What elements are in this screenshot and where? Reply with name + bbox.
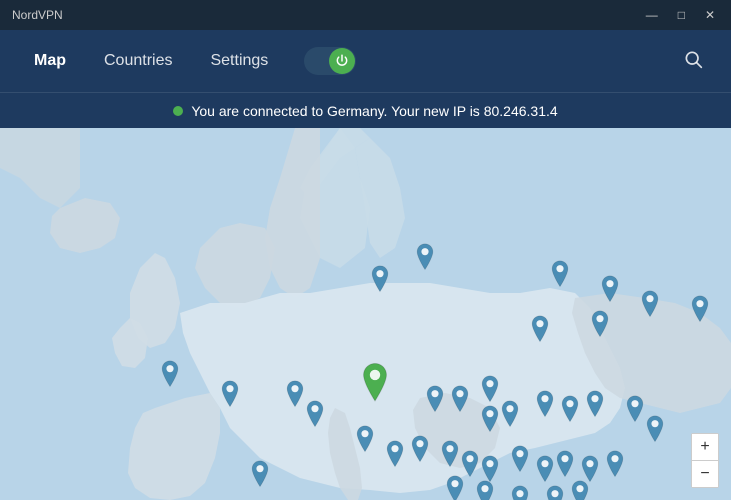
tab-settings[interactable]: Settings (196, 46, 282, 76)
tab-map[interactable]: Map (20, 46, 80, 76)
search-icon (683, 49, 703, 69)
status-bar: You are connected to Germany. Your new I… (0, 92, 731, 128)
zoom-controls: + − (691, 433, 719, 488)
vpn-toggle[interactable] (304, 47, 356, 75)
zoom-in-button[interactable]: + (692, 434, 718, 460)
connection-status-dot (173, 106, 183, 116)
minimize-button[interactable]: — (642, 6, 662, 24)
title-bar: NordVPN — □ ✕ (0, 0, 731, 30)
map-container[interactable]: + − (0, 128, 731, 500)
search-button[interactable] (675, 45, 711, 78)
power-icon (335, 54, 349, 68)
zoom-out-button[interactable]: − (692, 461, 718, 487)
vpn-toggle-container (304, 47, 356, 75)
nav-bar: Map Countries Settings (0, 30, 731, 92)
maximize-button[interactable]: □ (674, 6, 689, 24)
window-controls: — □ ✕ (642, 6, 719, 24)
toggle-thumb (329, 48, 355, 74)
tab-countries[interactable]: Countries (90, 46, 186, 76)
close-button[interactable]: ✕ (701, 6, 719, 24)
map-svg (0, 128, 731, 500)
connection-status-text: You are connected to Germany. Your new I… (191, 103, 557, 119)
app-title: NordVPN (12, 8, 63, 22)
